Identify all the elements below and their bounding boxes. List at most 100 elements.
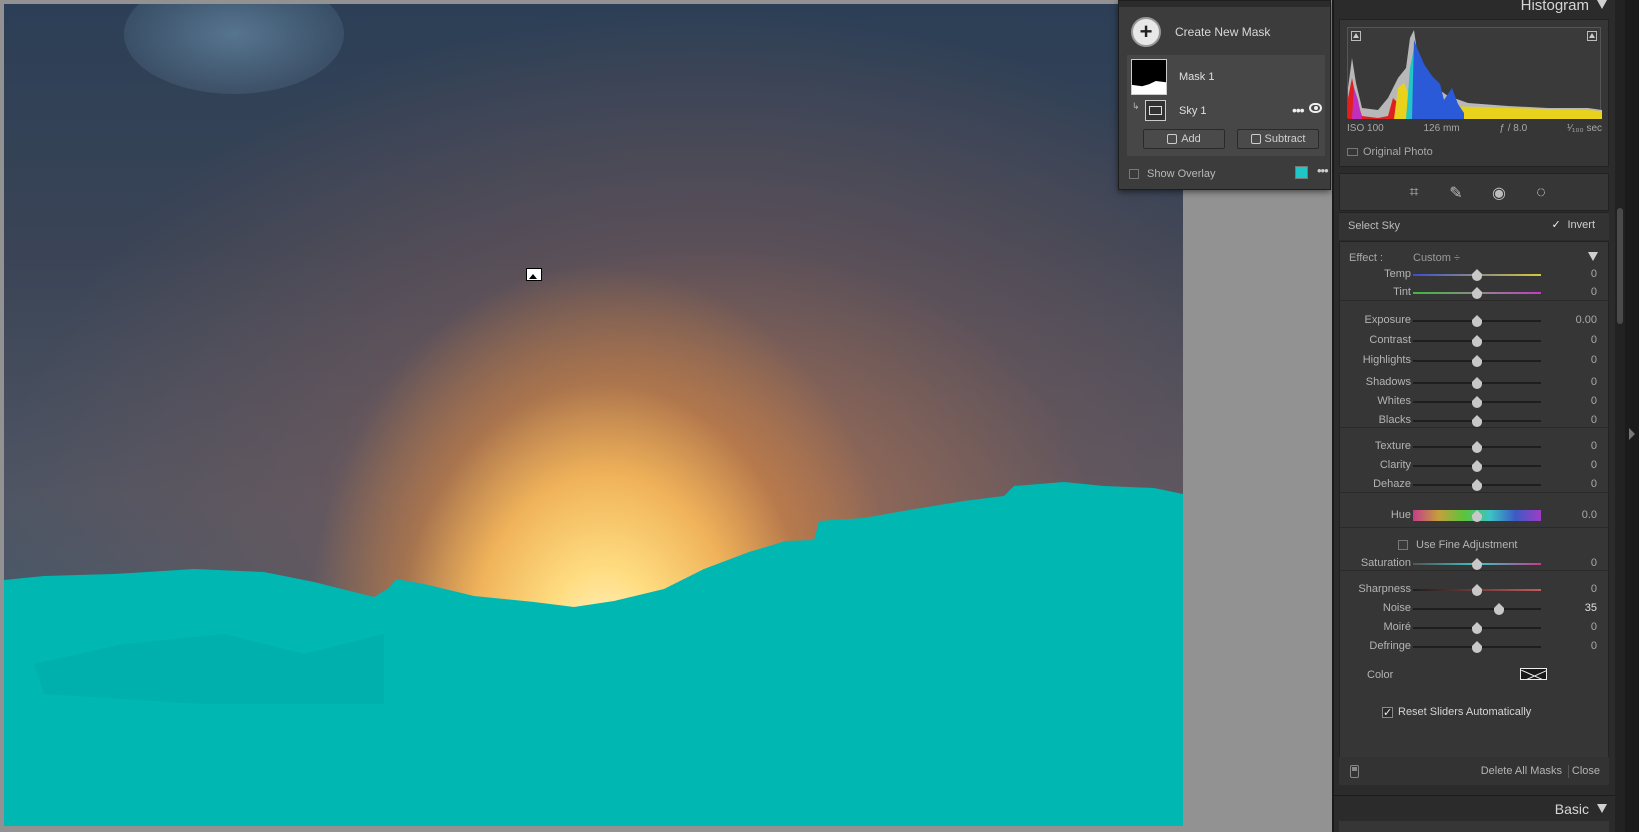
expand-right-icon[interactable] <box>1629 428 1635 440</box>
slider-value[interactable]: 0.00 <box>1576 314 1597 326</box>
invert-label[interactable]: Invert <box>1567 219 1595 231</box>
masking-icon[interactable]: ◌ <box>1531 183 1551 203</box>
slider-value[interactable]: 0 <box>1591 376 1597 388</box>
slider-track[interactable] <box>1413 510 1541 522</box>
slider-thumb[interactable] <box>1472 641 1482 653</box>
subtract-button[interactable]: Subtract <box>1237 129 1319 149</box>
scrollbar-thumb[interactable] <box>1617 208 1623 324</box>
slider-value[interactable]: 0 <box>1591 440 1597 452</box>
slider-thumb[interactable] <box>1472 460 1482 472</box>
slider-track[interactable] <box>1413 622 1541 634</box>
slider-value[interactable]: 0 <box>1591 334 1597 346</box>
slider-track[interactable] <box>1413 396 1541 408</box>
slider-value[interactable]: 35 <box>1585 602 1597 614</box>
slider-track[interactable] <box>1413 355 1541 367</box>
slider-value[interactable]: 0 <box>1591 354 1597 366</box>
slider-track[interactable] <box>1413 460 1541 472</box>
panel-scrollbar[interactable] <box>1615 0 1625 832</box>
create-new-mask-label[interactable]: Create New Mask <box>1175 25 1270 39</box>
overlay-more-icon[interactable]: ••• <box>1317 163 1329 178</box>
slider-thumb[interactable] <box>1472 269 1482 281</box>
delete-all-masks-button[interactable]: Delete All Masks <box>1481 765 1562 777</box>
show-overlay-checkbox[interactable] <box>1129 169 1139 179</box>
fine-adjustment-row[interactable]: Use Fine Adjustment <box>1398 539 1518 551</box>
slider-track[interactable] <box>1413 641 1541 653</box>
basic-header[interactable]: Basic <box>1334 795 1617 819</box>
panel-switch-icon[interactable] <box>1350 765 1359 778</box>
slider-thumb[interactable] <box>1472 510 1482 522</box>
photo-preview[interactable] <box>4 4 1183 826</box>
highlight-clipping-indicator[interactable] <box>1587 31 1597 41</box>
slider-track[interactable] <box>1413 287 1541 299</box>
slider-value[interactable]: 0 <box>1591 621 1597 633</box>
slider-thumb[interactable] <box>1472 355 1482 367</box>
reset-sliders-label[interactable]: Reset Sliders Automatically <box>1398 706 1531 718</box>
slider-thumb[interactable] <box>1472 558 1482 570</box>
slider-thumb[interactable] <box>1472 315 1482 327</box>
slider-track[interactable] <box>1413 603 1541 615</box>
histogram-title[interactable]: Histogram <box>1521 0 1589 14</box>
reset-checkbox[interactable]: ✓ <box>1382 706 1393 718</box>
slider-value[interactable]: 0.0 <box>1582 509 1597 521</box>
original-photo-row[interactable]: Original Photo <box>1347 146 1433 158</box>
slider-thumb[interactable] <box>1472 622 1482 634</box>
slider-thumb[interactable] <box>1472 335 1482 347</box>
slider-value[interactable]: 0 <box>1591 583 1597 595</box>
slider-thumb[interactable] <box>1472 396 1482 408</box>
more-options-icon[interactable]: ••• <box>1292 102 1305 118</box>
slider-thumb[interactable] <box>1472 377 1482 389</box>
slider-track[interactable] <box>1413 377 1541 389</box>
slider-value[interactable]: 0 <box>1591 395 1597 407</box>
slider-value[interactable]: 0 <box>1591 557 1597 569</box>
slider-track[interactable] <box>1413 584 1541 596</box>
collapse-triangle-icon[interactable] <box>1597 0 1607 9</box>
mask1-label[interactable]: Mask 1 <box>1179 71 1214 83</box>
overlay-color-swatch[interactable] <box>1295 166 1308 179</box>
slider-value[interactable]: 0 <box>1591 459 1597 471</box>
slider-track[interactable] <box>1413 558 1541 570</box>
original-photo-icon[interactable] <box>1347 148 1358 156</box>
slider-track[interactable] <box>1413 269 1541 281</box>
eye-icon[interactable] <box>1309 103 1322 113</box>
effect-collapse-icon[interactable] <box>1588 252 1598 261</box>
slider-thumb[interactable] <box>1472 479 1482 491</box>
mask-pin-icon[interactable] <box>526 268 542 281</box>
color-swatch[interactable] <box>1520 668 1547 680</box>
slider-thumb[interactable] <box>1472 441 1482 453</box>
slider-track[interactable] <box>1413 335 1541 347</box>
basic-title[interactable]: Basic <box>1555 801 1589 817</box>
slider-track[interactable] <box>1413 441 1541 453</box>
slider-value[interactable]: 0 <box>1591 286 1597 298</box>
slider-value[interactable]: 0 <box>1591 478 1597 490</box>
shadow-clipping-indicator[interactable] <box>1351 31 1361 41</box>
fine-adjustment-label[interactable]: Use Fine Adjustment <box>1416 539 1518 551</box>
slider-value[interactable]: 0 <box>1591 414 1597 426</box>
create-new-mask[interactable]: + Create New Mask <box>1131 17 1270 47</box>
crop-icon[interactable]: ⌗ <box>1404 183 1424 203</box>
effect-preset-select[interactable]: Custom ÷ <box>1413 252 1460 264</box>
slider-track[interactable] <box>1413 415 1541 427</box>
slider-thumb[interactable] <box>1472 415 1482 427</box>
slider-value[interactable]: 0 <box>1591 640 1597 652</box>
fine-adjustment-checkbox[interactable] <box>1398 540 1408 550</box>
histogram-header[interactable]: Histogram <box>1334 0 1617 14</box>
slider-thumb[interactable] <box>1472 584 1482 596</box>
original-photo-label[interactable]: Original Photo <box>1363 146 1433 158</box>
slider-thumb[interactable] <box>1472 287 1482 299</box>
show-overlay-label[interactable]: Show Overlay <box>1147 168 1215 180</box>
invert-toggle[interactable]: ✓ Invert <box>1551 219 1595 231</box>
healing-icon[interactable]: ✎ <box>1446 183 1466 203</box>
slider-track[interactable] <box>1413 315 1541 327</box>
red-eye-icon[interactable]: ◉ <box>1489 183 1509 203</box>
close-button[interactable]: Close <box>1572 765 1600 777</box>
reset-sliders-row[interactable]: ✓ Reset Sliders Automatically <box>1382 706 1531 718</box>
basic-collapse-icon[interactable] <box>1597 804 1607 813</box>
mask1-thumbnail[interactable] <box>1131 59 1167 95</box>
slider-value[interactable]: 0 <box>1591 268 1597 280</box>
slider-track[interactable] <box>1413 479 1541 491</box>
masks-panel-titlebar[interactable] <box>1119 1 1330 7</box>
plus-icon[interactable]: + <box>1131 17 1161 47</box>
add-button[interactable]: Add <box>1143 129 1225 149</box>
checkmark-icon[interactable]: ✓ <box>1551 219 1562 231</box>
slider-thumb[interactable] <box>1493 603 1504 615</box>
